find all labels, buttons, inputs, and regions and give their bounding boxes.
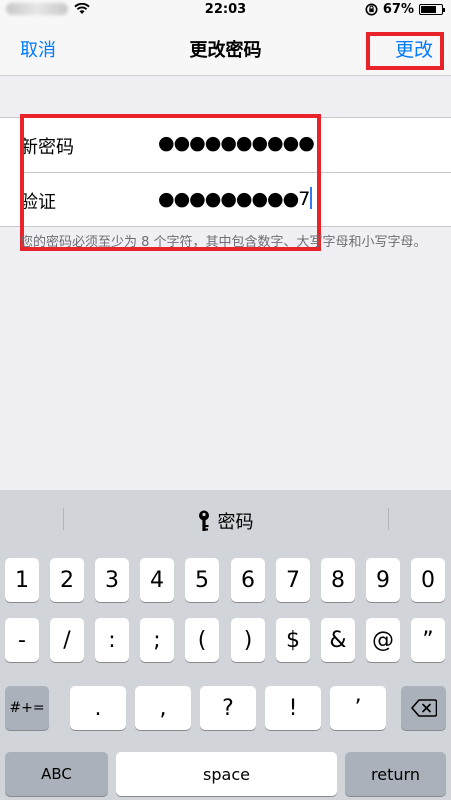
space-key[interactable]: space	[116, 752, 337, 796]
key-abc[interactable]: ABC	[5, 752, 108, 796]
password-hint: 您的密码必须至少为 8 个字符，其中包含数字、大写字母和小写字母。	[20, 235, 427, 250]
key-comma[interactable]: ,	[135, 686, 191, 730]
key-dollar[interactable]: $	[276, 618, 310, 662]
key-exclamation[interactable]: !	[265, 686, 321, 730]
highlight-box-fields	[20, 114, 321, 251]
highlight-box-change	[366, 32, 444, 70]
key-question[interactable]: ?	[200, 686, 256, 730]
suggestion-bar: 密码	[0, 490, 451, 546]
key-more-symbols[interactable]: #+=	[5, 686, 49, 730]
key-9[interactable]: 9	[366, 558, 400, 602]
key-3[interactable]: 3	[95, 558, 129, 602]
key-5[interactable]: 5	[185, 558, 219, 602]
key-hyphen[interactable]: -	[5, 618, 39, 662]
key-0[interactable]: 0	[411, 558, 445, 602]
key-2[interactable]: 2	[50, 558, 84, 602]
return-key[interactable]: return	[345, 752, 446, 796]
key-7[interactable]: 7	[276, 558, 310, 602]
status-bar: 22:03 67%	[0, 0, 451, 20]
key-quote[interactable]: ”	[411, 618, 445, 662]
backspace-icon	[410, 699, 437, 717]
battery-icon	[419, 4, 445, 15]
suggestion-label: 密码	[217, 512, 254, 533]
key-icon	[198, 510, 209, 531]
rotation-lock-icon	[365, 3, 378, 16]
battery-percent: 67%	[382, 2, 414, 17]
password-suggestion[interactable]: 密码	[0, 508, 451, 534]
key-slash[interactable]: /	[50, 618, 84, 662]
key-period[interactable]: .	[70, 686, 126, 730]
key-open-paren[interactable]: (	[185, 618, 219, 662]
status-right: 67%	[365, 2, 445, 17]
key-semicolon[interactable]: ;	[140, 618, 174, 662]
key-colon[interactable]: :	[95, 618, 129, 662]
backspace-key[interactable]	[401, 686, 446, 730]
key-1[interactable]: 1	[5, 558, 39, 602]
key-apostrophe[interactable]: ’	[330, 686, 386, 730]
key-close-paren[interactable]: )	[231, 618, 265, 662]
key-ampersand[interactable]: &	[321, 618, 355, 662]
keyboard: 密码 1 2 3 4 5 6 7 8 9 0 - / : ; ( ) $ & @…	[0, 490, 451, 800]
key-at[interactable]: @	[366, 618, 400, 662]
key-8[interactable]: 8	[321, 558, 355, 602]
key-4[interactable]: 4	[140, 558, 174, 602]
key-6[interactable]: 6	[231, 558, 265, 602]
